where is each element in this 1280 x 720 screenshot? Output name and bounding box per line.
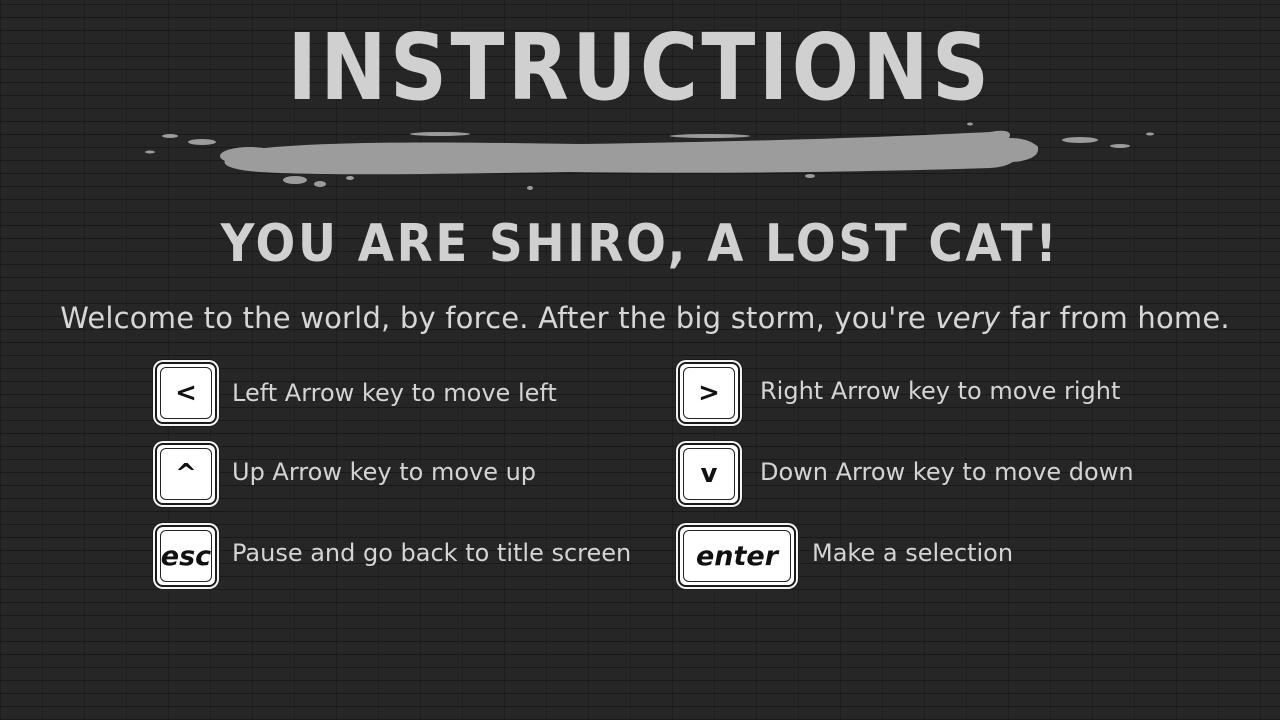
down-arrow-key-glyph: v xyxy=(700,459,718,489)
enter-key-icon: enter xyxy=(678,525,796,587)
welcome-text-end: far from home. xyxy=(1000,301,1230,335)
enter-key-glyph: enter xyxy=(695,540,779,572)
esc-key-icon: esc xyxy=(155,525,217,587)
down-arrow-instruction: Down Arrow key to move down xyxy=(760,458,1134,486)
welcome-text: Welcome to the world, by force. After th… xyxy=(0,298,1280,338)
game-intro-heading: YOU ARE SHIRO, A LOST CAT! xyxy=(220,214,1060,274)
welcome-text-emphasis: very xyxy=(935,301,1001,335)
left-arrow-instruction: Left Arrow key to move left xyxy=(232,379,557,407)
right-arrow-key-glyph: > xyxy=(698,378,720,408)
brush-stroke-decoration xyxy=(145,122,1154,190)
right-arrow-instruction: Right Arrow key to move right xyxy=(760,377,1121,405)
right-arrow-key-icon: > xyxy=(678,362,740,424)
esc-key-glyph: esc xyxy=(160,540,212,572)
welcome-text-start: Welcome to the world, by force. After th… xyxy=(60,301,936,335)
left-arrow-key-icon: < xyxy=(155,362,217,424)
enter-key-instruction: Make a selection xyxy=(812,539,1014,567)
up-arrow-key-glyph: ^ xyxy=(175,459,197,489)
down-arrow-key-icon: v xyxy=(678,443,740,505)
page-title: INSTRUCTIONS xyxy=(287,14,993,121)
left-arrow-key-glyph: < xyxy=(175,378,197,408)
instructions-screen: INSTRUCTIONS YOU ARE SHIRO, A LOST CAT! … xyxy=(0,0,1280,720)
up-arrow-instruction: Up Arrow key to move up xyxy=(232,458,537,486)
esc-key-instruction: Pause and go back to title screen xyxy=(232,539,632,567)
up-arrow-key-icon: ^ xyxy=(155,443,217,505)
